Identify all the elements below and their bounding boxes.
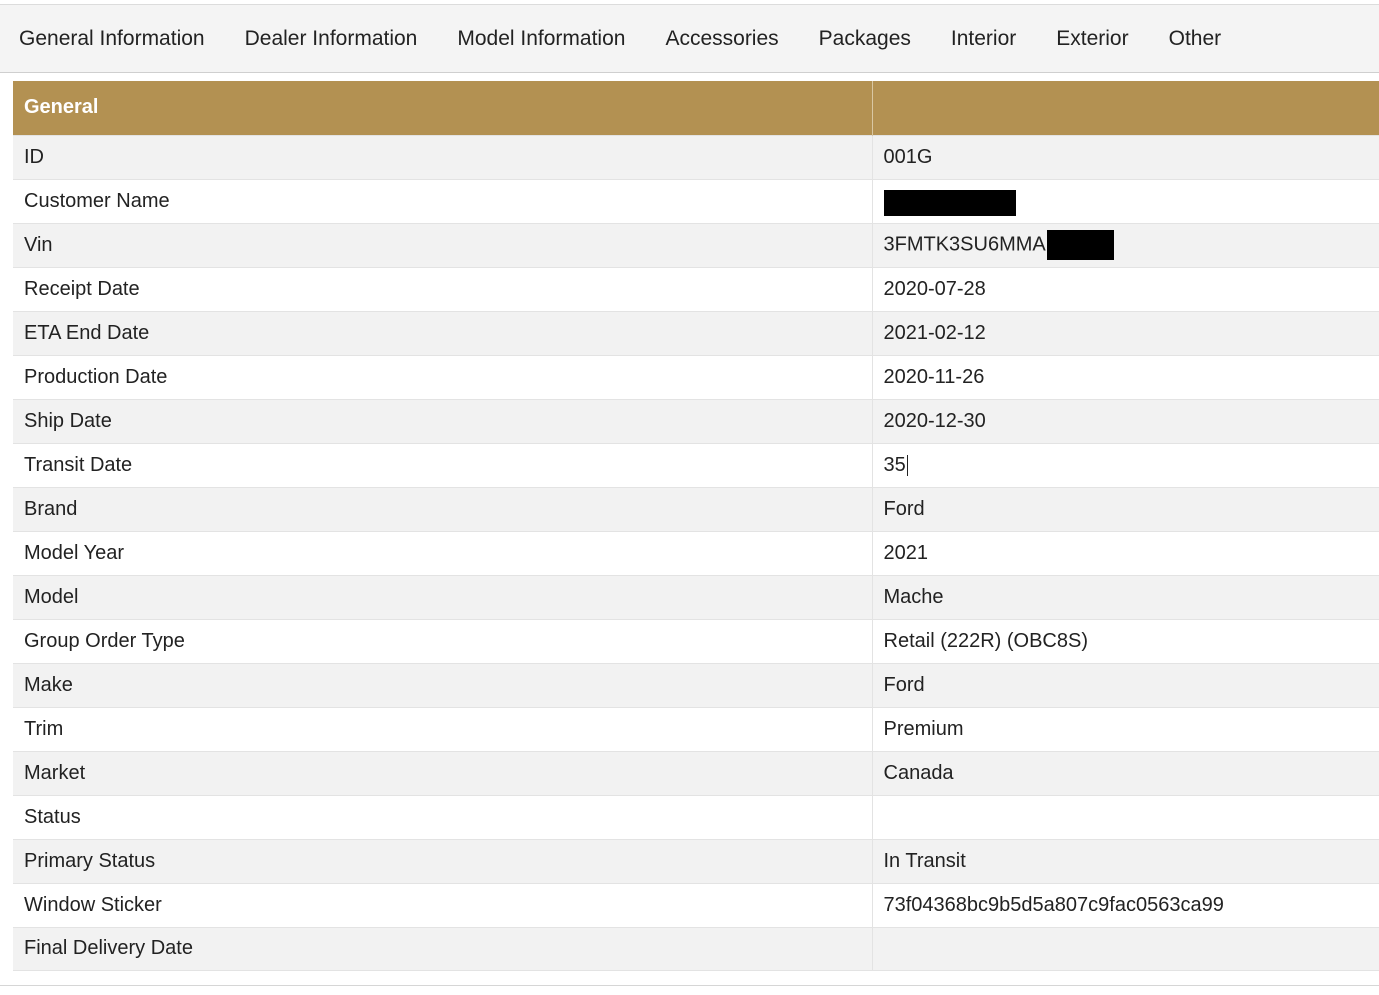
row-label: Final Delivery Date <box>13 926 872 971</box>
row-value: 001G <box>871 134 1379 179</box>
table-row-group-order-type: Group Order Type Retail (222R) (OBC8S) <box>13 618 1379 663</box>
row-label: Model <box>13 574 872 619</box>
row-value: 2021 <box>871 530 1379 575</box>
row-value: 2021-02-12 <box>871 310 1379 355</box>
row-label: Receipt Date <box>13 266 872 311</box>
row-label: Production Date <box>13 354 872 399</box>
row-value: Premium <box>871 706 1379 751</box>
table-row-brand: Brand Ford <box>13 486 1379 531</box>
row-value: Mache <box>871 574 1379 619</box>
row-label: Ship Date <box>13 398 872 443</box>
table-row-final-delivery-date: Final Delivery Date <box>13 926 1379 971</box>
row-label: Transit Date <box>13 442 872 487</box>
text-cursor <box>906 454 908 476</box>
tab-other[interactable]: Other <box>1169 28 1222 49</box>
table-row-transit-date: Transit Date 35 <box>13 442 1379 487</box>
table-row-id: ID 001G <box>13 134 1379 179</box>
row-value <box>871 178 1379 223</box>
row-value: Ford <box>871 486 1379 531</box>
table-row-receipt-date: Receipt Date 2020-07-28 <box>13 266 1379 311</box>
row-value <box>871 926 1379 971</box>
table-row-customer-name: Customer Name <box>13 178 1379 223</box>
table-row-model: Model Mache <box>13 574 1379 619</box>
row-value: Canada <box>871 750 1379 795</box>
vin-text: 3FMTK3SU6MMA <box>883 233 1046 256</box>
row-label: Brand <box>13 486 872 531</box>
row-value: 2020-11-26 <box>871 354 1379 399</box>
row-value: 3FMTK3SU6MMA <box>871 222 1379 267</box>
table-row-market: Market Canada <box>13 750 1379 795</box>
tab-packages[interactable]: Packages <box>819 28 911 49</box>
row-value: 2020-07-28 <box>871 266 1379 311</box>
table-row-status: Status <box>13 794 1379 839</box>
section-title: General <box>13 81 872 135</box>
row-value: Retail (222R) (OBC8S) <box>871 618 1379 663</box>
row-label: Primary Status <box>13 838 872 883</box>
row-label: Status <box>13 794 872 839</box>
row-value: In Transit <box>871 838 1379 883</box>
row-label: Market <box>13 750 872 795</box>
row-label: ETA End Date <box>13 310 872 355</box>
table-row-primary-status: Primary Status In Transit <box>13 838 1379 883</box>
row-label: Window Sticker <box>13 882 872 927</box>
row-label: Model Year <box>13 530 872 575</box>
general-info-table: General ID 001G Customer Name Vin 3FMTK3… <box>13 81 1379 971</box>
table-row-ship-date: Ship Date 2020-12-30 <box>13 398 1379 443</box>
table-row-make: Make Ford <box>13 662 1379 707</box>
table-row-window-sticker: Window Sticker 73f04368bc9b5d5a807c9fac0… <box>13 882 1379 927</box>
row-value: 2020-12-30 <box>871 398 1379 443</box>
row-value: Ford <box>871 662 1379 707</box>
row-label: ID <box>13 134 872 179</box>
transit-date-text: 35 <box>883 453 906 476</box>
tab-accessories[interactable]: Accessories <box>665 28 778 49</box>
tab-bar: General Information Dealer Information M… <box>0 4 1379 73</box>
tab-exterior[interactable]: Exterior <box>1056 28 1128 49</box>
row-label: Group Order Type <box>13 618 872 663</box>
row-label: Trim <box>13 706 872 751</box>
row-label: Vin <box>13 222 872 267</box>
table-row-trim: Trim Premium <box>13 706 1379 751</box>
row-value: 35 <box>871 442 1379 487</box>
table-header-row: General <box>13 81 1379 135</box>
row-label: Make <box>13 662 872 707</box>
row-value <box>871 794 1379 839</box>
tab-model-information[interactable]: Model Information <box>457 28 625 49</box>
table-row-production-date: Production Date 2020-11-26 <box>13 354 1379 399</box>
redaction-block <box>883 190 1016 216</box>
row-label: Customer Name <box>13 178 872 223</box>
row-value: 73f04368bc9b5d5a807c9fac0563ca99 <box>871 882 1379 927</box>
table-row-eta-end-date: ETA End Date 2021-02-12 <box>13 310 1379 355</box>
tab-general-information[interactable]: General Information <box>19 28 205 49</box>
divider <box>0 985 1379 986</box>
section-title-value <box>871 81 1379 135</box>
table-row-vin: Vin 3FMTK3SU6MMA <box>13 222 1379 267</box>
tab-interior[interactable]: Interior <box>951 28 1016 49</box>
table-row-model-year: Model Year 2021 <box>13 530 1379 575</box>
redaction-block <box>1046 230 1114 260</box>
tab-dealer-information[interactable]: Dealer Information <box>245 28 418 49</box>
